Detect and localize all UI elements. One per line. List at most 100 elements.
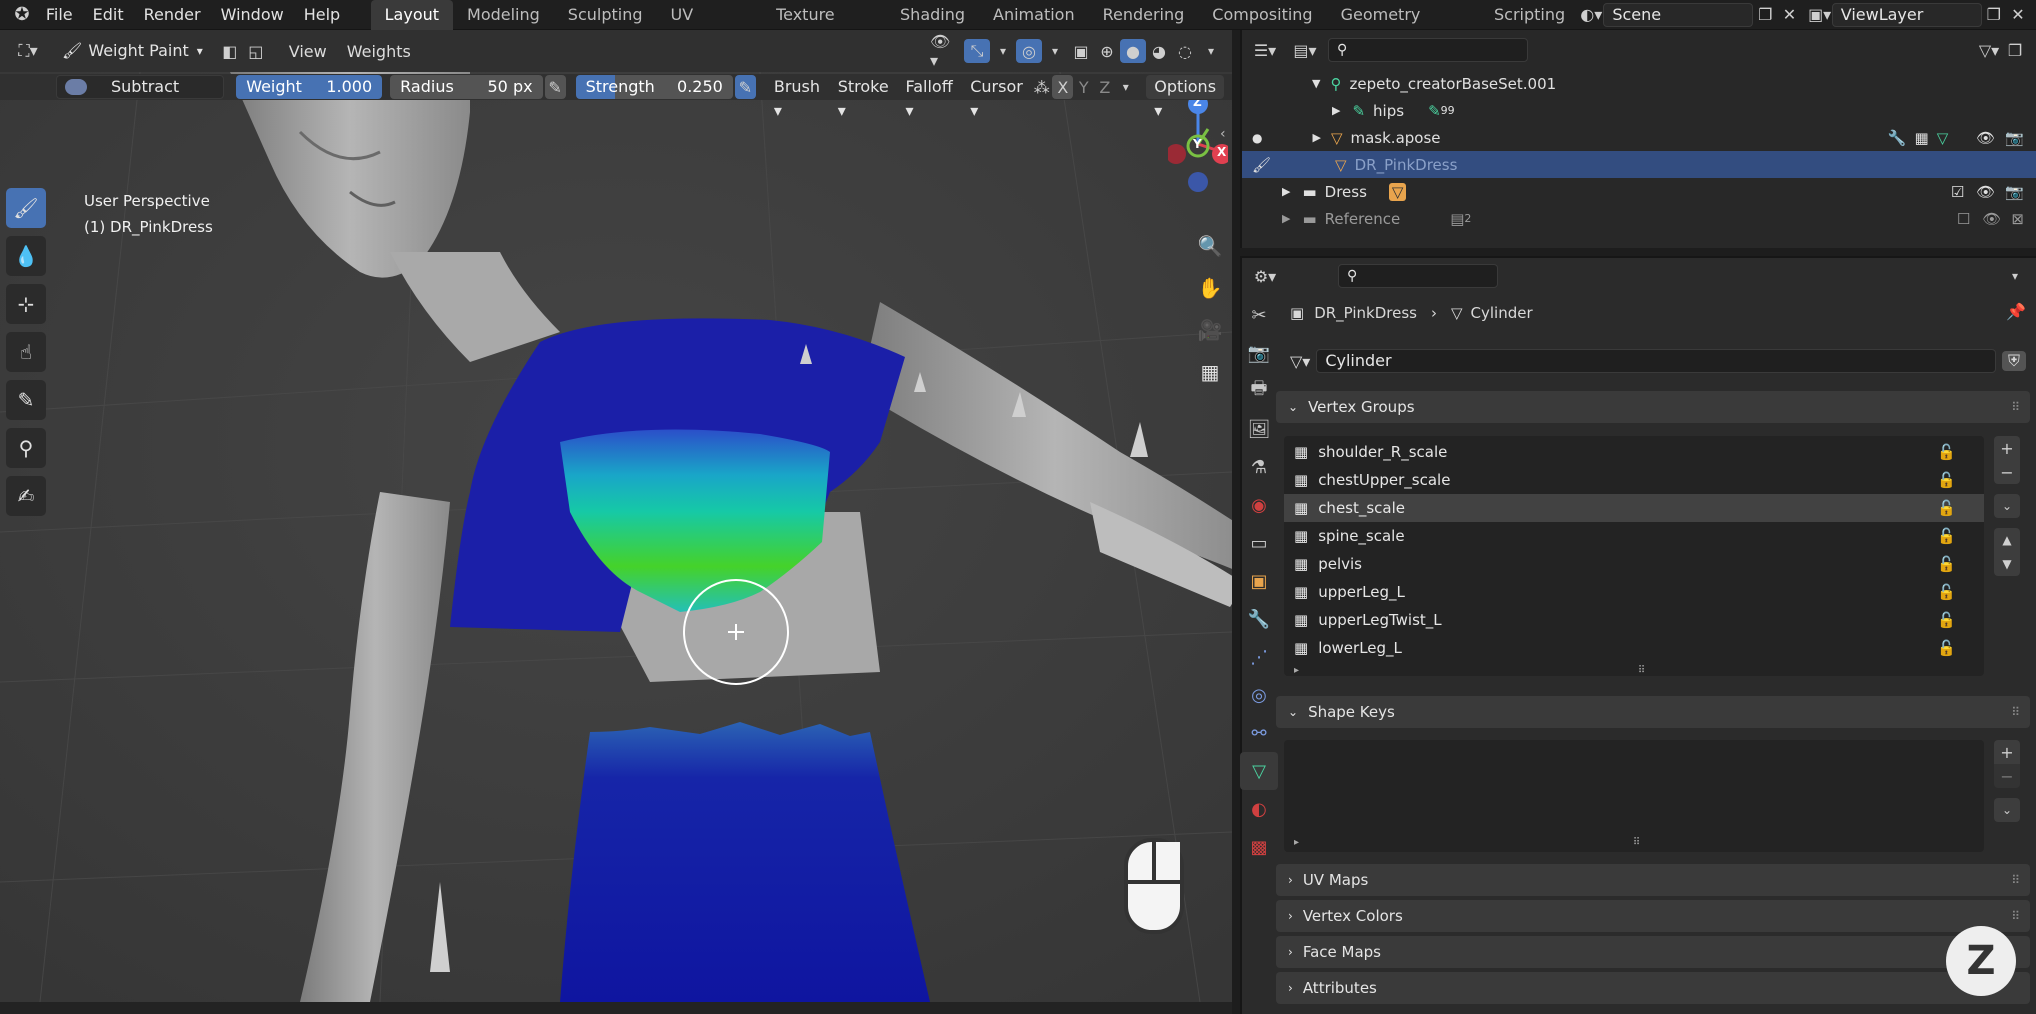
drag-handle-icon[interactable]: ⠿ — [2011, 400, 2020, 414]
view-layer-tab-icon[interactable]: 🖼 — [1240, 410, 1278, 448]
vertex-colors-header[interactable]: › Vertex Colors ⠿ — [1276, 900, 2030, 932]
tab-compositing[interactable]: Compositing — [1198, 0, 1326, 30]
outliner-row[interactable]: ▶ ✎ hips ✎ 99 — [1242, 97, 2036, 124]
outliner-row-selected[interactable]: 🖌 ▽ DR_PinkDress — [1242, 151, 2036, 178]
menu-help[interactable]: Help — [294, 0, 350, 30]
outliner-editor-icon[interactable]: ☰▾ — [1252, 38, 1278, 62]
radius-slider[interactable]: Radius 50 px — [390, 75, 543, 99]
outliner-row[interactable]: ▶ ▬ Dress ▽ ☑ 👁 📷 — [1242, 178, 2036, 205]
symmetry-dropdown-icon[interactable]: ▾ — [1115, 75, 1136, 99]
xray-toggle-icon[interactable]: ▣ — [1068, 39, 1094, 63]
move-up-button[interactable]: ▲ — [1994, 528, 2020, 552]
object-tab-icon[interactable]: ▣ — [1240, 562, 1278, 600]
render-disabled-icon[interactable]: ⊠ — [2011, 210, 2024, 228]
timeline-bar[interactable] — [0, 1002, 1232, 1014]
overlays-dropdown-icon[interactable]: ▾ — [1042, 39, 1068, 63]
pan-hand-icon[interactable]: ✋ — [1193, 271, 1227, 305]
visibility-eye-icon[interactable]: 👁 — [1982, 210, 2001, 228]
add-vertex-group-button[interactable]: + — [1994, 436, 2020, 460]
drag-handle-icon[interactable]: ⠿ — [2011, 909, 2020, 923]
blender-logo-icon[interactable]: ✪ — [8, 3, 36, 27]
data-name-field[interactable]: Cylinder — [1316, 349, 1996, 373]
properties-options-icon[interactable]: ▾ — [2002, 264, 2028, 288]
vertex-select-icon[interactable]: ◱ — [243, 39, 269, 63]
scene-name-field[interactable]: Scene — [1603, 2, 1754, 27]
smear-icon[interactable]: ☝ — [6, 332, 46, 372]
vertex-group-item[interactable]: ▦ lowerLeg_L 🔓 — [1284, 634, 1984, 662]
tab-rendering[interactable]: Rendering — [1089, 0, 1199, 30]
tab-layout[interactable]: Layout — [370, 0, 454, 30]
vertex-group-item[interactable]: ▦ spine_scale 🔓 — [1284, 522, 1984, 550]
remove-shape-key-button[interactable]: − — [1994, 764, 2020, 788]
render-camera-icon[interactable]: 📷 — [2005, 183, 2024, 201]
exclude-checkbox[interactable]: ☐ — [1957, 210, 1970, 228]
draw-brush-icon[interactable]: 🖌 — [6, 188, 46, 228]
tab-uv-editing[interactable]: UV Editing — [657, 0, 763, 54]
blend-mode-dropdown[interactable]: Subtract — [56, 75, 225, 99]
render-camera-icon[interactable]: 📷 — [2005, 129, 2024, 147]
camera-view-icon[interactable]: 🎥 — [1193, 313, 1227, 347]
render-tab-icon[interactable]: 📷 — [1240, 334, 1278, 372]
vertex-group-specials-button[interactable]: ⌄ — [1994, 494, 2020, 518]
menu-view[interactable]: View — [279, 42, 337, 61]
resize-grip-icon[interactable]: ⠿ — [1299, 665, 1984, 676]
shape-keys-header[interactable]: ⌄ Shape Keys ⠿ — [1276, 696, 2030, 728]
add-shape-key-button[interactable]: + — [1994, 740, 2020, 764]
tab-texture-paint[interactable]: Texture Paint — [762, 0, 886, 54]
modifier-tab-icon[interactable]: 🔧 — [1240, 600, 1278, 638]
menu-render[interactable]: Render — [134, 0, 211, 30]
new-view-layer-icon[interactable]: ❐ — [1982, 3, 2006, 27]
exclude-checkbox[interactable]: ☑ — [1951, 183, 1964, 201]
world-tab-icon[interactable]: ◉ — [1240, 486, 1278, 524]
weight-slider[interactable]: Weight 1.000 — [236, 75, 383, 99]
menu-window[interactable]: Window — [211, 0, 294, 30]
lock-icon[interactable]: 🔓 — [1937, 611, 1956, 629]
3d-viewport[interactable]: 🖌 💧 ⊹ ☝ ✎ ⚲ ✍ User Perspective (1) DR_Pi… — [0, 72, 1232, 1002]
tab-animation[interactable]: Animation — [979, 0, 1089, 30]
tab-geometry-nodes[interactable]: Geometry Nodes — [1327, 0, 1480, 54]
mirror-x-toggle[interactable]: X — [1052, 75, 1074, 99]
gizmo-toggle-icon[interactable]: ⤡ — [964, 39, 990, 63]
resize-grip-icon[interactable]: ⠿ — [1299, 837, 1974, 848]
radius-pressure-icon[interactable]: ✎ — [544, 75, 566, 99]
visibility-eye-icon[interactable]: 👁 — [1976, 183, 1995, 201]
mode-selector[interactable]: 🖌 Weight Paint ▾ — [54, 39, 211, 63]
output-tab-icon[interactable]: 🖶 — [1240, 372, 1278, 410]
tab-modeling[interactable]: Modeling — [453, 0, 554, 30]
lock-icon[interactable]: 🔓 — [1937, 471, 1956, 489]
stroke-dropdown[interactable]: Stroke ▾ — [830, 75, 898, 120]
menu-edit[interactable]: Edit — [83, 0, 134, 30]
overlays-toggle-icon[interactable]: ◎ — [1016, 39, 1042, 63]
collection-tab-icon[interactable]: ▭ — [1240, 524, 1278, 562]
shape-keys-list[interactable]: ▸ ⠿ — [1284, 740, 1984, 852]
mask-toggle-icon[interactable]: ◧ — [217, 39, 243, 63]
falloff-dropdown[interactable]: Falloff ▾ — [897, 75, 962, 120]
view-layer-field[interactable]: ViewLayer — [1831, 2, 1982, 27]
fake-user-shield-icon[interactable]: ⛨ — [2001, 351, 2026, 371]
vertex-group-item[interactable]: ▦ chestUpper_scale 🔓 — [1284, 466, 1984, 494]
physics-tab-icon[interactable]: ◎ — [1240, 676, 1278, 714]
material-shading-icon[interactable]: ◕ — [1146, 39, 1172, 63]
tab-shading[interactable]: Shading — [886, 0, 979, 30]
outliner-row[interactable]: ● ▶ ▽ mask.apose 🔧 ▦ ▽ 👁 📷 — [1242, 124, 2036, 151]
delete-scene-icon[interactable]: ✕ — [1777, 3, 1801, 27]
nav-zoom-magnifier-visible[interactable]: 🔍 — [1193, 229, 1227, 263]
lock-icon[interactable]: 🔓 — [1937, 499, 1956, 517]
pin-icon[interactable]: 📌 — [2006, 302, 2026, 321]
orientation-gizmo[interactable]: Z X Y — [1166, 94, 1232, 194]
properties-editor-icon[interactable]: ⚙▾ — [1252, 264, 1278, 288]
lock-icon[interactable]: 🔓 — [1937, 443, 1956, 461]
symmetry-icon[interactable]: ⁂ — [1031, 75, 1052, 99]
menu-weights[interactable]: Weights — [337, 42, 421, 61]
material-tab-icon[interactable]: ◐ — [1240, 790, 1278, 828]
outliner-search-field[interactable]: ⚲ — [1328, 38, 1528, 62]
average-icon[interactable]: ⊹ — [6, 284, 46, 324]
scene-selector-icon[interactable]: ◐▾ — [1579, 3, 1603, 27]
view-layer-selector-icon[interactable]: ▣▾ — [1808, 3, 1832, 27]
shape-key-specials-button[interactable]: ⌄ — [1994, 798, 2020, 822]
drag-handle-icon[interactable]: ⠿ — [2011, 705, 2020, 719]
sample-eyedropper-icon[interactable]: ⚲ — [6, 428, 46, 468]
blur-drop-icon[interactable]: 💧 — [6, 236, 46, 276]
constraints-tab-icon[interactable]: ⚯ — [1240, 714, 1278, 752]
vertex-group-item[interactable]: ▦ shoulder_R_scale 🔓 — [1284, 438, 1984, 466]
